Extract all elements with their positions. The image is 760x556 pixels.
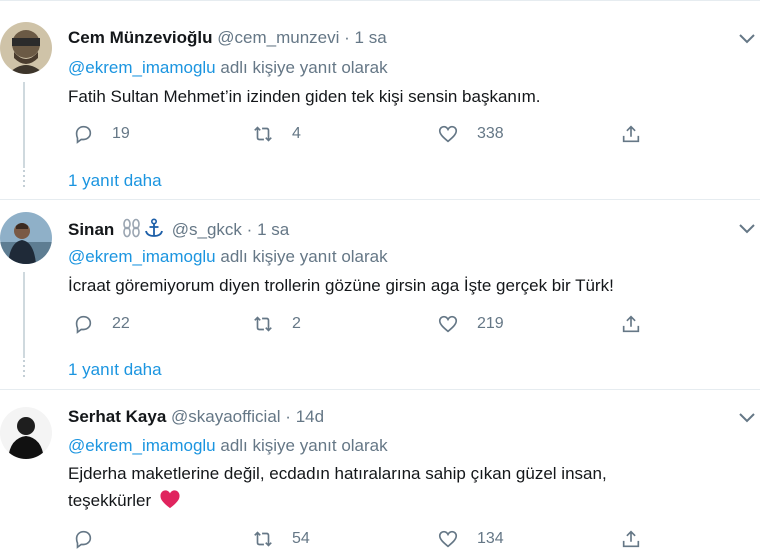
reply-icon — [75, 125, 92, 144]
retweet-icon — [254, 126, 272, 142]
tweet-2[interactable]: Sinan @s_gkck · 1 sa @ekrem_imamoglu adl… — [0, 200, 760, 389]
tweet-3[interactable]: Serhat Kaya @skayaofficial · 14d @ekrem_… — [0, 390, 760, 556]
share-icon — [622, 530, 640, 548]
author-handle[interactable]: @cem_munzevi — [217, 28, 339, 47]
tweet-header: Serhat Kaya @skayaofficial · 14d — [68, 407, 324, 427]
reply-mention-link[interactable]: @ekrem_imamoglu — [68, 247, 216, 266]
retweet-count: 4 — [292, 125, 301, 142]
retweet-count: 2 — [292, 315, 301, 332]
reply-icon — [75, 315, 92, 334]
share-button[interactable] — [620, 526, 642, 552]
chain-anchor-emoji — [123, 218, 163, 238]
author-name[interactable]: Sinan — [68, 220, 114, 239]
tweet-text-line: teşekkürler — [68, 487, 607, 514]
like-count: 134 — [477, 530, 504, 547]
chevron-down-icon[interactable] — [738, 411, 756, 425]
heart-icon — [438, 125, 458, 143]
tweet-header: Cem Münzevioğlu @cem_munzevi · 1 sa — [68, 28, 387, 48]
timestamp[interactable]: 1 sa — [355, 28, 387, 47]
reply-count: 19 — [112, 125, 130, 142]
tweet-text: İcraat göremiyorum diyen trollerin gözün… — [68, 276, 614, 295]
reply-mention-link[interactable]: @ekrem_imamoglu — [68, 436, 216, 455]
like-count: 219 — [477, 315, 504, 332]
like-button[interactable]: 134 — [437, 526, 504, 552]
thread-dots — [22, 360, 26, 380]
tweet-1[interactable]: Cem Münzevioğlu @cem_munzevi · 1 sa @ekr… — [0, 0, 760, 200]
share-icon — [622, 125, 640, 143]
reply-context: @ekrem_imamoglu adlı kişiye yanıt olarak — [68, 58, 388, 78]
chevron-down-icon[interactable] — [738, 32, 756, 46]
reply-context: @ekrem_imamoglu adlı kişiye yanıt olarak — [68, 247, 388, 267]
like-count: 338 — [477, 125, 504, 142]
reply-context-label: adlı kişiye yanıt olarak — [220, 58, 388, 77]
thread-line — [23, 82, 25, 168]
heart-icon — [438, 315, 458, 333]
author-handle[interactable]: @s_gkck — [172, 220, 242, 239]
reply-button[interactable] — [72, 526, 94, 552]
reply-context-label: adlı kişiye yanıt olarak — [220, 247, 388, 266]
reply-button[interactable]: 22 — [72, 311, 130, 337]
reply-count: 22 — [112, 315, 130, 332]
tweet-text: Fatih Sultan Mehmet’in izinden giden tek… — [68, 87, 541, 106]
retweet-icon — [254, 531, 272, 547]
tweet-actions: 19 4 338 — [68, 121, 688, 147]
share-icon — [622, 315, 640, 333]
chevron-down-icon[interactable] — [738, 222, 756, 236]
tweet-text-line: Ejderha maketlerine değil, ecdadın hatır… — [68, 464, 607, 483]
thread-dots — [22, 170, 26, 190]
avatar[interactable] — [0, 22, 52, 74]
tweet-actions: 54 134 — [68, 526, 688, 552]
tweet-actions: 22 2 219 — [68, 311, 688, 337]
retweet-button[interactable]: 2 — [252, 311, 301, 337]
tweet-text-line-2: teşekkürler — [68, 491, 152, 510]
like-button[interactable]: 338 — [437, 121, 504, 147]
reply-context: @ekrem_imamoglu adlı kişiye yanıt olarak — [68, 436, 388, 456]
separator-dot: · — [285, 407, 291, 426]
author-name[interactable]: Serhat Kaya — [68, 407, 166, 426]
reply-context-label: adlı kişiye yanıt olarak — [220, 436, 388, 455]
avatar[interactable] — [0, 212, 52, 264]
author-handle[interactable]: @skayaofficial — [171, 407, 281, 426]
separator-dot: · — [344, 28, 350, 47]
share-button[interactable] — [620, 121, 642, 147]
retweet-button[interactable]: 4 — [252, 121, 301, 147]
separator-dot: · — [246, 220, 253, 239]
show-more-replies-link[interactable]: 1 yanıt daha — [68, 360, 162, 380]
timestamp[interactable]: 1 sa — [257, 220, 289, 239]
tweet-header: Sinan @s_gkck · 1 sa — [68, 218, 289, 240]
show-more-replies-link[interactable]: 1 yanıt daha — [68, 171, 162, 191]
avatar[interactable] — [0, 407, 52, 459]
red-heart-emoji — [160, 490, 180, 509]
heart-icon — [438, 530, 458, 548]
tweet-text: Ejderha maketlerine değil, ecdadın hatır… — [68, 460, 607, 514]
retweet-icon — [254, 316, 272, 332]
like-button[interactable]: 219 — [437, 311, 504, 337]
share-button[interactable] — [620, 311, 642, 337]
retweet-count: 54 — [292, 530, 310, 547]
retweet-button[interactable]: 54 — [252, 526, 310, 552]
reply-button[interactable]: 19 — [72, 121, 130, 147]
author-name[interactable]: Cem Münzevioğlu — [68, 28, 213, 47]
thread-line — [23, 272, 25, 358]
timestamp[interactable]: 14d — [296, 407, 324, 426]
reply-icon — [75, 530, 92, 549]
reply-mention-link[interactable]: @ekrem_imamoglu — [68, 58, 216, 77]
